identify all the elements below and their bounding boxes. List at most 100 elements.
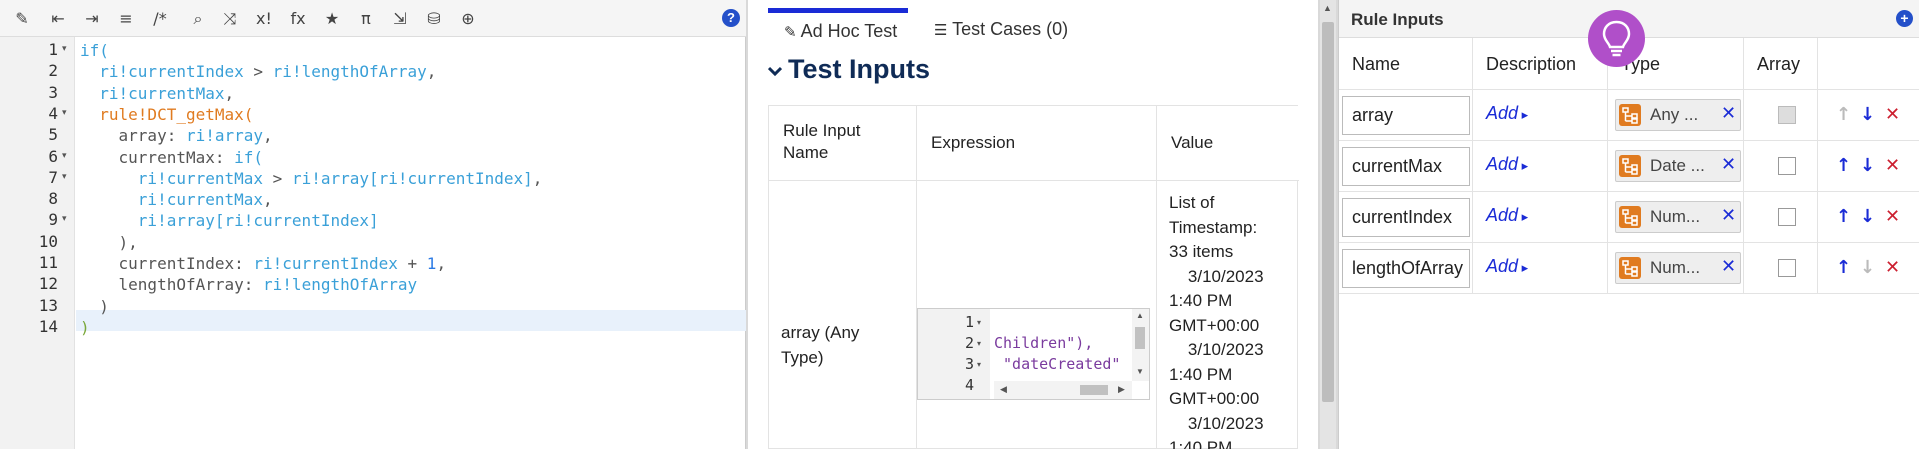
clear-type-icon[interactable]: ✕	[1721, 103, 1736, 124]
export-icon[interactable]: ⇲	[388, 7, 412, 31]
star-icon[interactable]: ★	[320, 7, 344, 31]
code-line[interactable]: )	[80, 317, 90, 338]
fold-toggle-icon[interactable]: ▾	[62, 108, 67, 118]
code-line[interactable]: ri!currentIndex > ri!lengthOfArray,	[80, 61, 436, 82]
comment-icon[interactable]: /*	[148, 7, 172, 31]
line-number: 6	[48, 146, 58, 166]
move-down-icon[interactable]: ↓	[1860, 104, 1875, 126]
rule-input-name-field[interactable]: array	[1342, 96, 1470, 135]
code-line[interactable]: array: ri!array,	[80, 125, 273, 146]
rule-input-name-field[interactable]: currentIndex	[1342, 198, 1470, 237]
fold-toggle-icon[interactable]: ▾	[977, 318, 981, 327]
move-up-icon[interactable]: ↑	[1836, 155, 1851, 177]
tab-ad-hoc-test[interactable]: ✎ Ad Hoc Test	[768, 8, 908, 50]
mini-horizontal-scrollbar[interactable]: ◀ ▶	[994, 381, 1132, 399]
rule-input-row: currentMax Add Date ... ✕ ↑ ↓ ✕	[1339, 141, 1919, 192]
fold-toggle-icon[interactable]: ▾	[62, 44, 67, 54]
code-line[interactable]: currentMax: if(	[80, 147, 264, 168]
clear-type-icon[interactable]: ✕	[1721, 154, 1736, 175]
code-area[interactable]: if( ri!currentIndex > ri!lengthOfArray, …	[76, 37, 746, 449]
move-up-icon[interactable]: ↑	[1836, 206, 1851, 228]
code-line[interactable]: if(	[80, 40, 109, 61]
add-rule-input-button[interactable]: +	[1896, 10, 1913, 27]
fold-toggle-icon[interactable]: ▾	[977, 360, 981, 369]
database-search-icon[interactable]: ⛁	[422, 7, 446, 31]
type-selector[interactable]: Num... ✕	[1615, 252, 1741, 284]
scroll-thumb[interactable]	[1080, 385, 1108, 395]
search-icon[interactable]: ⌕	[186, 7, 210, 31]
outdent-icon[interactable]: ⇤	[46, 7, 70, 31]
add-description-link[interactable]: Add	[1486, 205, 1528, 226]
array-checkbox[interactable]	[1778, 208, 1796, 226]
code-line[interactable]: ri!currentMax,	[80, 189, 273, 210]
code-line[interactable]: ri!currentMax,	[80, 83, 234, 104]
help-icon[interactable]: ?	[722, 9, 740, 27]
delete-icon[interactable]: ✕	[1885, 155, 1900, 177]
move-down-icon[interactable]: ↓	[1860, 206, 1875, 228]
delete-icon[interactable]: ✕	[1885, 104, 1900, 126]
code-line[interactable]: lengthOfArray: ri!lengthOfArray	[80, 274, 418, 295]
clear-type-icon[interactable]: ✕	[1721, 205, 1736, 226]
code-line[interactable]: ri!currentMax > ri!array[ri!currentIndex…	[80, 168, 543, 189]
scroll-down-icon[interactable]: ▼	[1136, 367, 1144, 376]
type-selector[interactable]: Any ... ✕	[1615, 99, 1741, 131]
mini-code-line[interactable]: "dateCreated"	[994, 355, 1120, 373]
wand-icon[interactable]: ✎	[10, 7, 34, 31]
globe-icon[interactable]: ⊕	[456, 7, 480, 31]
add-description-link[interactable]: Add	[1486, 103, 1528, 124]
fold-toggle-icon[interactable]: ▾	[62, 151, 67, 161]
delete-icon[interactable]: ✕	[1885, 206, 1900, 228]
delete-icon[interactable]: ✕	[1885, 257, 1900, 279]
code-line[interactable]: currentIndex: ri!currentIndex + 1,	[80, 253, 447, 274]
fx-icon[interactable]: fx	[286, 7, 310, 31]
pi-icon[interactable]: π	[354, 7, 378, 31]
chevron-down-icon[interactable]	[768, 64, 782, 78]
scroll-up-icon[interactable]: ▲	[1136, 311, 1144, 320]
code-line[interactable]: rule!DCT_getMax(	[80, 104, 253, 125]
code-token: ,	[436, 254, 447, 273]
scroll-up-icon[interactable]: ▲	[1323, 3, 1332, 13]
rule-input-name-field[interactable]: currentMax	[1342, 147, 1470, 186]
scroll-thumb[interactable]	[1322, 22, 1334, 402]
mini-vertical-scrollbar[interactable]: ▲ ▼	[1132, 309, 1149, 381]
value-line: 3/10/2023	[1169, 413, 1264, 433]
scroll-thumb[interactable]	[1135, 327, 1145, 349]
code-token: ri!currentMax	[80, 83, 225, 103]
actions-cell: ↑ ↓ ✕	[1818, 141, 1919, 192]
list-icon[interactable]: ≡	[114, 7, 138, 31]
type-selector[interactable]: Num... ✕	[1615, 201, 1741, 233]
scroll-right-icon[interactable]: ▶	[1118, 384, 1125, 395]
code-line[interactable]: ),	[80, 232, 138, 253]
array-checkbox[interactable]	[1778, 259, 1796, 277]
x-factorial-icon[interactable]: x!	[252, 7, 276, 31]
fold-toggle-icon[interactable]: ▾	[62, 172, 67, 182]
code-token: ri!lengthOfArray	[272, 62, 427, 82]
fold-toggle-icon[interactable]: ▾	[62, 214, 67, 224]
add-description-link[interactable]: Add	[1486, 256, 1528, 277]
mini-code-line[interactable]: Children"),	[994, 334, 1093, 352]
fold-toggle-icon[interactable]: ▾	[977, 339, 981, 348]
hint-bubble[interactable]	[1588, 10, 1645, 67]
array-checkbox[interactable]	[1778, 157, 1796, 175]
move-up-icon[interactable]: ↑	[1836, 257, 1851, 279]
indent-icon[interactable]: ⇥	[80, 7, 104, 31]
type-selector[interactable]: Date ... ✕	[1615, 150, 1741, 182]
add-description-link[interactable]: Add	[1486, 154, 1528, 175]
section-title[interactable]: Test Inputs	[788, 54, 930, 85]
code-token: currentIndex:	[80, 254, 254, 273]
test-panel-scrollbar[interactable]: ▲	[1320, 0, 1336, 449]
array-cell	[1744, 141, 1818, 192]
column-header-value: Value	[1157, 106, 1299, 181]
tab-test-cases[interactable]: ☰ Test Cases (0)	[918, 8, 1098, 50]
code-line[interactable]: ri!array[ri!currentIndex]	[80, 210, 379, 231]
expression-editor[interactable]: ✎ ⇤ ⇥ ≡ /* ⌕ ⤨ x! fx ★ π ⇲ ⛁ ⊕ ? 1 ▾ 2 3 4 ▾ 5 6 ▾ 7 ▾ 8 9 ▾ 10 11 12…	[0, 0, 746, 449]
code-token: ri!currentMax	[80, 190, 264, 210]
shuffle-icon[interactable]: ⤨	[218, 7, 242, 31]
rule-input-name-field[interactable]: lengthOfArray	[1342, 249, 1470, 288]
scroll-left-icon[interactable]: ◀	[1000, 384, 1007, 395]
move-down-icon[interactable]: ↓	[1860, 155, 1875, 177]
clear-type-icon[interactable]: ✕	[1721, 256, 1736, 277]
expression-mini-editor[interactable]: 1 ▾ 2 ▾ 3 ▾ 4 ▲ ▼ ◀ ▶ Children"), "dateCreated…	[917, 308, 1150, 400]
code-line[interactable]: )	[80, 296, 109, 317]
rule-input-row: currentIndex Add Num... ✕ ↑ ↓ ✕	[1339, 192, 1919, 243]
